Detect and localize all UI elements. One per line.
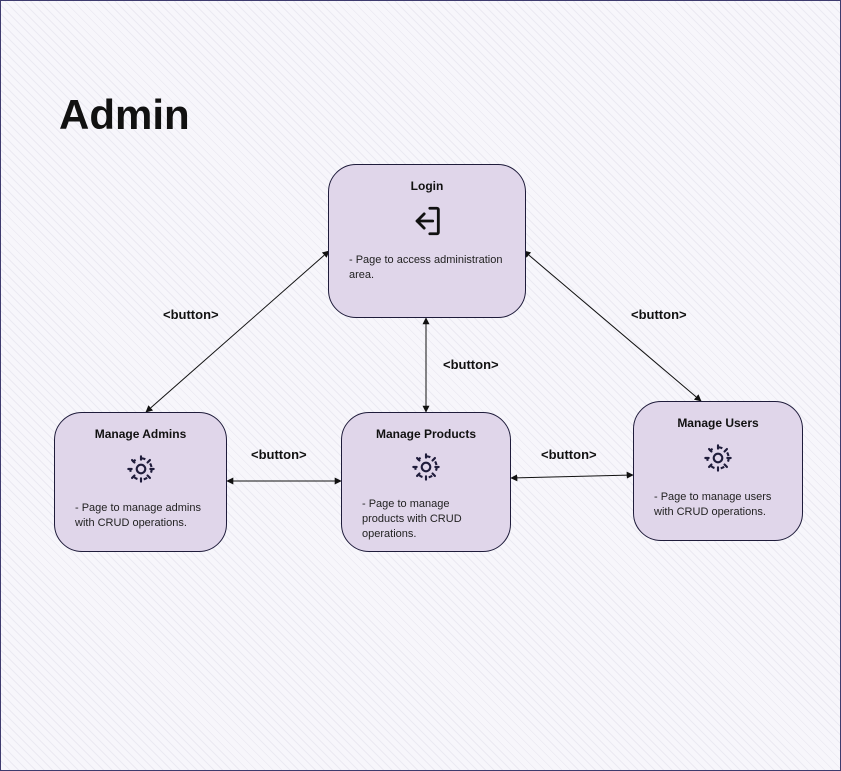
node-login[interactable]: Login - Page to access administration ar… (328, 164, 526, 318)
edge-label-login-admins: <button> (163, 307, 219, 322)
node-login-desc: - Page to access administration area. (343, 253, 511, 283)
node-admins-title: Manage Admins (95, 427, 187, 441)
node-admins-desc: - Page to manage admins with CRUD operat… (69, 501, 212, 531)
edge-label-admins-products: <button> (251, 447, 307, 462)
node-products-title: Manage Products (376, 427, 476, 441)
node-manage-products[interactable]: Manage Products - Page to manage product… (341, 412, 511, 552)
diagram-title: Admin (59, 91, 190, 139)
edge-login-admins (146, 251, 329, 412)
edge-label-login-users: <button> (631, 307, 687, 322)
node-login-title: Login (411, 179, 444, 193)
node-manage-admins[interactable]: Manage Admins - Page to manage admins wi… (54, 412, 227, 552)
node-users-desc: - Page to manage users with CRUD operati… (648, 490, 788, 520)
node-manage-users[interactable]: Manage Users - Page to manage users with… (633, 401, 803, 541)
edge-label-products-users: <button> (541, 447, 597, 462)
node-products-desc: - Page to manage products with CRUD oper… (356, 497, 496, 542)
node-users-title: Manage Users (677, 416, 758, 430)
edge-label-login-products: <button> (443, 357, 499, 372)
edge-login-users (524, 251, 701, 401)
edge-products-users (511, 475, 633, 478)
gear-icon (123, 451, 159, 487)
login-icon (409, 203, 445, 239)
diagram-canvas: Admin <button> <button> <button> <button… (0, 0, 841, 771)
gear-icon (700, 440, 736, 476)
gear-icon (408, 451, 444, 483)
